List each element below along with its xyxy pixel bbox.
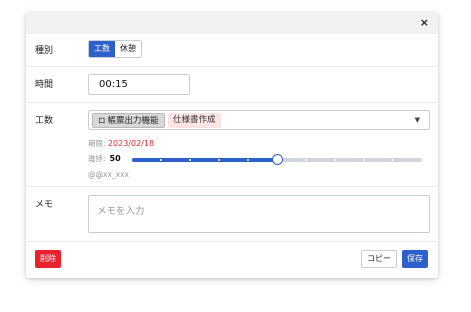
- work-entry-dialog: × 種別 工数 休憩 時間 00:15 工数 ロ帳票出力機能 仕様書作成 ▼ 期…: [26, 12, 438, 278]
- memo-label: メモ: [35, 200, 54, 210]
- memo-textarea[interactable]: メモを入力: [88, 195, 430, 233]
- tag-chip-feature[interactable]: ロ帳票出力機能: [92, 113, 165, 128]
- progress-slider[interactable]: [132, 154, 422, 165]
- type-toggle: 工数 休憩: [88, 40, 142, 58]
- close-icon[interactable]: ×: [420, 15, 429, 31]
- progress-value: 50: [109, 154, 121, 163]
- tag-label: 仕様書作成: [173, 115, 216, 125]
- slider-tick: [189, 159, 191, 161]
- dialog-header: ×: [26, 12, 438, 34]
- progress-slider-thumb[interactable]: [272, 154, 283, 165]
- folder-icon: ロ: [98, 116, 106, 125]
- save-button[interactable]: 保存: [402, 250, 428, 268]
- divider: [26, 241, 438, 242]
- deadline-label: 期限:: [88, 139, 106, 148]
- tag-chip-task[interactable]: 仕様書作成: [168, 113, 221, 128]
- divider: [26, 186, 438, 187]
- type-label: 種別: [35, 46, 54, 56]
- divider: [26, 102, 438, 103]
- slider-tick: [334, 159, 336, 161]
- divider: [26, 66, 438, 67]
- assignee: @@xx_xxx: [88, 170, 129, 179]
- copy-button[interactable]: コピー: [361, 250, 397, 268]
- slider-tick: [392, 159, 394, 161]
- slider-tick: [305, 159, 307, 161]
- work-label: 工数: [35, 116, 54, 126]
- deadline-line: 期限: 2023/02/18: [88, 138, 154, 149]
- progress-slider-fill: [132, 158, 277, 162]
- type-option-break[interactable]: 休憩: [115, 41, 141, 57]
- chevron-down-icon[interactable]: ▼: [415, 116, 420, 124]
- delete-button[interactable]: 削除: [35, 250, 61, 268]
- progress-line: 進捗: 50: [88, 153, 121, 164]
- work-item-select[interactable]: ロ帳票出力機能 仕様書作成 ▼: [88, 110, 430, 130]
- tag-label: 帳票出力機能: [107, 116, 159, 126]
- slider-tick: [363, 159, 365, 161]
- slider-tick: [218, 159, 220, 161]
- type-option-work[interactable]: 工数: [89, 41, 115, 57]
- deadline-value: 2023/02/18: [107, 139, 155, 148]
- time-input[interactable]: 00:15: [88, 74, 190, 95]
- slider-tick: [247, 159, 249, 161]
- slider-tick: [160, 159, 162, 161]
- time-label: 時間: [35, 80, 54, 90]
- progress-label: 進捗:: [88, 154, 106, 163]
